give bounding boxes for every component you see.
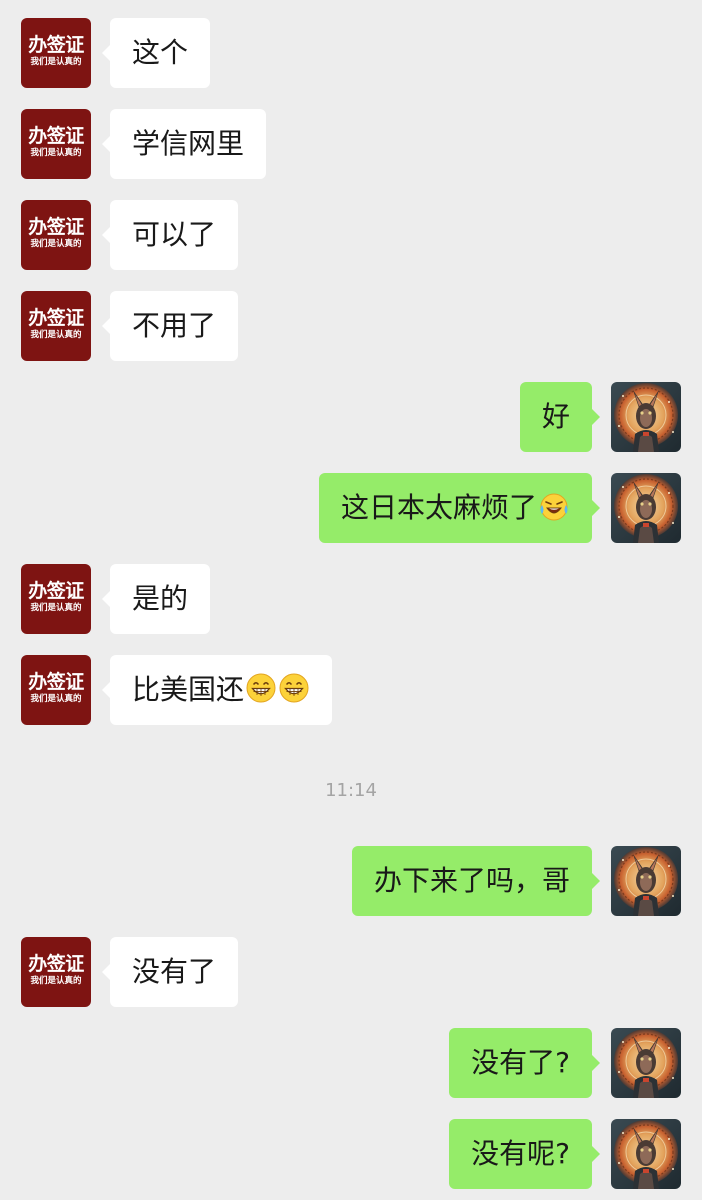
outgoing-message-bubble[interactable]: 没有了? xyxy=(449,1028,600,1098)
avatar-brand-title: 办签证 xyxy=(28,34,84,56)
message-text: 不用了 xyxy=(132,309,217,342)
message-text: 没有了? xyxy=(471,1046,570,1079)
message-row: 没有呢? xyxy=(0,1119,702,1189)
message-row: 好 xyxy=(0,382,702,452)
message-row: 办签证 我们是认真的 是的 xyxy=(0,564,702,634)
avatar-brand-title: 办签证 xyxy=(28,125,84,147)
avatar-brand-subtitle: 我们是认真的 xyxy=(30,330,82,340)
chat-message-list[interactable]: 办签证 我们是认真的 这个 办签证 我们是认真的 学信网里 办签证 我们是认真的… xyxy=(0,0,702,1200)
user-avatar-image xyxy=(611,846,681,916)
message-text: 是的 xyxy=(132,582,189,615)
avatar-brand-subtitle: 我们是认真的 xyxy=(30,976,82,986)
message-row: 办下来了吗，哥 xyxy=(0,846,702,916)
message-row: 没有了? xyxy=(0,1028,702,1098)
incoming-message-bubble[interactable]: 这个 xyxy=(101,18,211,88)
avatar-brand-title: 办签证 xyxy=(28,307,84,329)
message-text: 没有了 xyxy=(132,955,217,988)
avatar-brand-subtitle: 我们是认真的 xyxy=(30,694,82,704)
message-text: 这日本太麻烦了 xyxy=(340,491,537,524)
outgoing-message-bubble[interactable]: 没有呢? xyxy=(449,1119,600,1189)
grinning-emoji-icon xyxy=(245,672,277,704)
message-row: 办签证 我们是认真的 可以了 xyxy=(0,200,702,270)
contact-avatar[interactable]: 办签证 我们是认真的 xyxy=(21,109,91,179)
user-avatar-image xyxy=(611,473,681,543)
incoming-message-bubble[interactable]: 学信网里 xyxy=(101,109,267,179)
avatar-brand-subtitle: 我们是认真的 xyxy=(30,239,82,249)
message-text: 办下来了吗，哥 xyxy=(373,864,570,897)
message-timestamp: 11:14 xyxy=(325,780,377,801)
user-avatar[interactable] xyxy=(611,846,681,916)
message-row: 办签证 我们是认真的 比美国还 xyxy=(0,655,702,725)
avatar-brand-title: 办签证 xyxy=(28,671,84,693)
incoming-message-bubble[interactable]: 不用了 xyxy=(101,291,239,361)
user-avatar[interactable] xyxy=(611,473,681,543)
contact-avatar[interactable]: 办签证 我们是认真的 xyxy=(21,937,91,1007)
message-text: 好 xyxy=(541,400,570,433)
avatar-brand-subtitle: 我们是认真的 xyxy=(30,603,82,613)
user-avatar-image xyxy=(611,382,681,452)
message-text: 这个 xyxy=(132,36,189,69)
contact-avatar[interactable]: 办签证 我们是认真的 xyxy=(21,291,91,361)
incoming-message-bubble[interactable]: 可以了 xyxy=(101,200,239,270)
user-avatar-image xyxy=(611,1028,681,1098)
outgoing-message-bubble[interactable]: 好 xyxy=(519,382,601,452)
message-text: 学信网里 xyxy=(132,127,245,160)
contact-avatar[interactable]: 办签证 我们是认真的 xyxy=(21,18,91,88)
user-avatar[interactable] xyxy=(611,382,681,452)
avatar-brand-title: 办签证 xyxy=(28,580,84,602)
contact-avatar[interactable]: 办签证 我们是认真的 xyxy=(21,655,91,725)
outgoing-message-bubble[interactable]: 这日本太麻烦了 xyxy=(318,473,601,543)
contact-avatar[interactable]: 办签证 我们是认真的 xyxy=(21,564,91,634)
message-text: 比美国还 xyxy=(132,673,245,706)
user-avatar[interactable] xyxy=(611,1028,681,1098)
avatar-brand-title: 办签证 xyxy=(28,216,84,238)
message-row: 办签证 我们是认真的 没有了 xyxy=(0,937,702,1007)
avatar-brand-subtitle: 我们是认真的 xyxy=(30,57,82,67)
user-avatar[interactable] xyxy=(611,1119,681,1189)
message-row: 这日本太麻烦了 xyxy=(0,473,702,543)
incoming-message-bubble[interactable]: 比美国还 xyxy=(101,655,333,725)
avatar-brand-subtitle: 我们是认真的 xyxy=(30,148,82,158)
incoming-message-bubble[interactable]: 没有了 xyxy=(101,937,239,1007)
incoming-message-bubble[interactable]: 是的 xyxy=(101,564,211,634)
message-text: 可以了 xyxy=(132,218,217,251)
grinning-emoji-icon xyxy=(278,672,310,704)
user-avatar-image xyxy=(611,1119,681,1189)
contact-avatar[interactable]: 办签证 我们是认真的 xyxy=(21,200,91,270)
message-row: 办签证 我们是认真的 不用了 xyxy=(0,291,702,361)
message-row: 办签证 我们是认真的 这个 xyxy=(0,18,702,88)
outgoing-message-bubble[interactable]: 办下来了吗，哥 xyxy=(351,846,601,916)
crying-laughing-emoji-icon xyxy=(538,490,570,522)
message-row: 办签证 我们是认真的 学信网里 xyxy=(0,109,702,179)
avatar-brand-title: 办签证 xyxy=(28,953,84,975)
message-text: 没有呢? xyxy=(471,1137,570,1170)
